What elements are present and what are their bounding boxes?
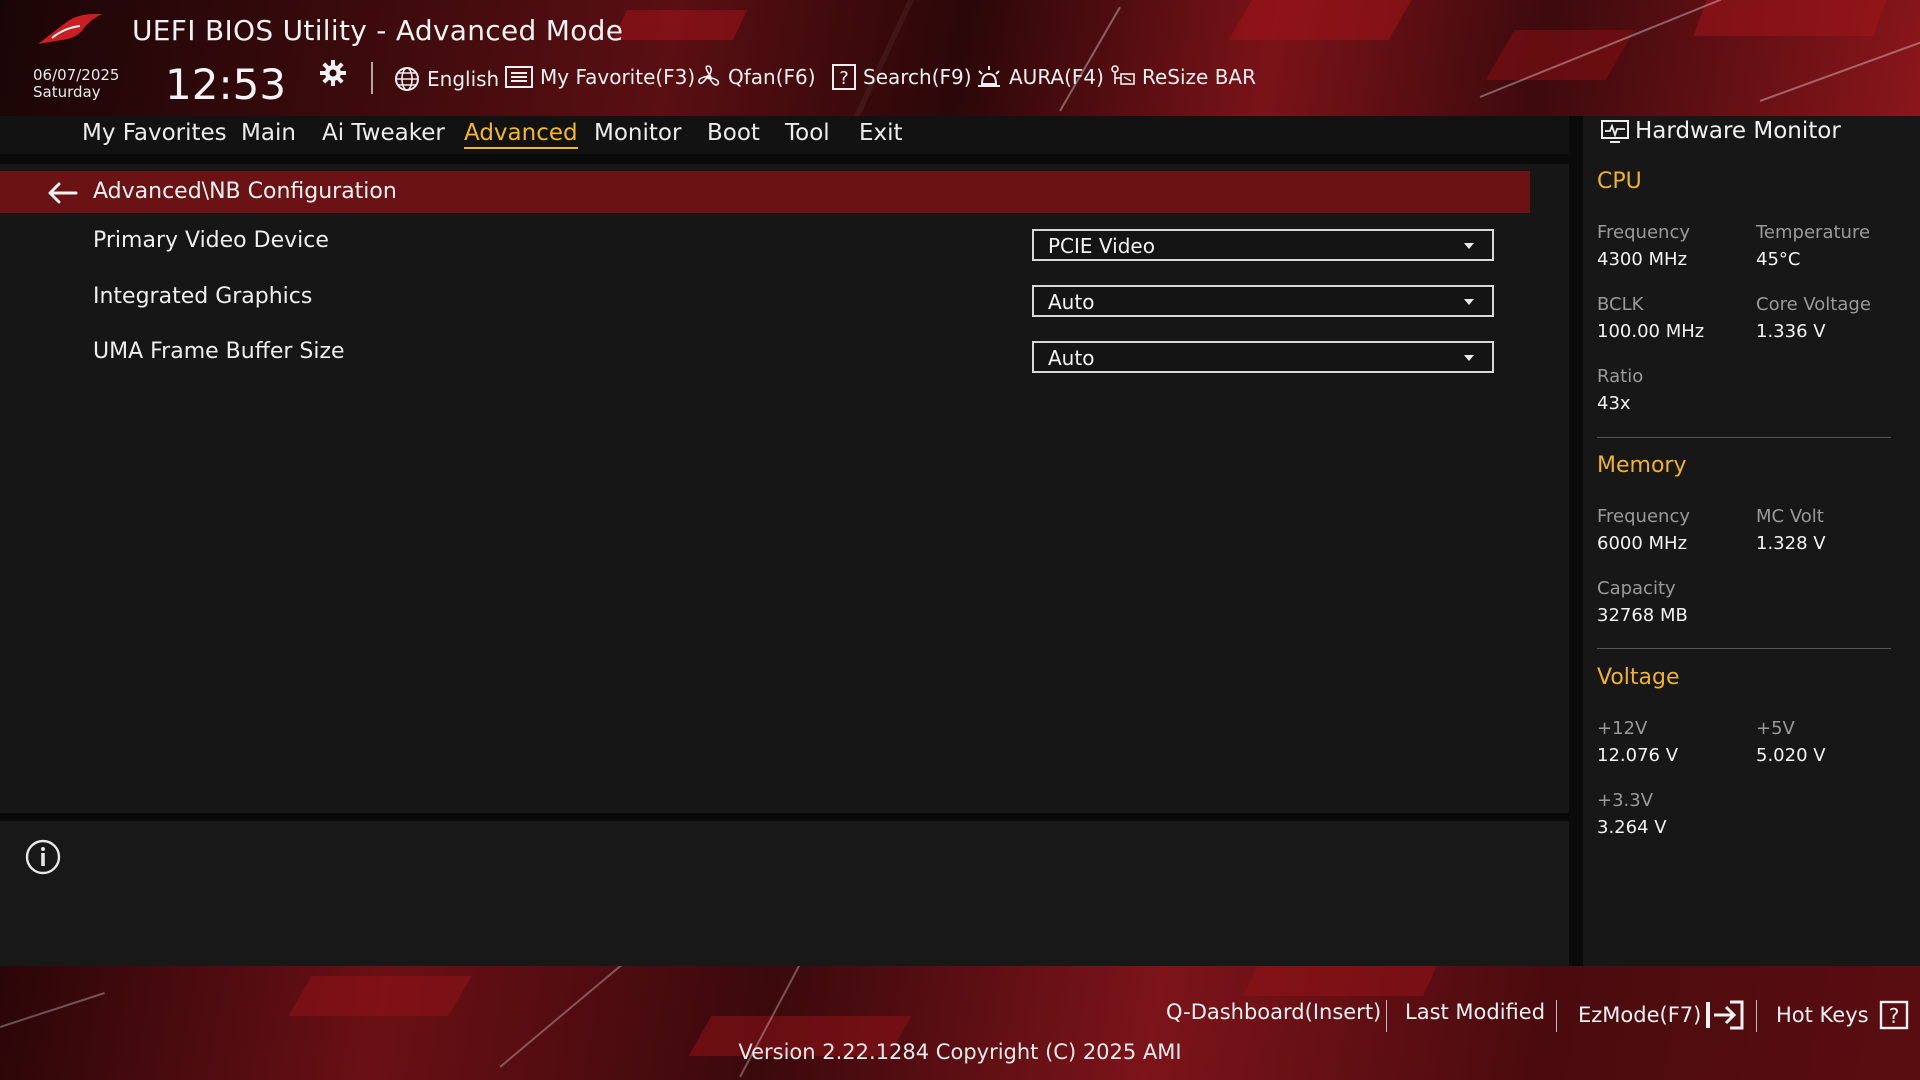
dropdown-caret-icon bbox=[1464, 299, 1474, 305]
12v-value: 12.076 V bbox=[1597, 745, 1679, 766]
5v-value: 5.020 V bbox=[1756, 745, 1826, 766]
version-text: Version 2.22.1284 Copyright (C) 2025 AMI bbox=[738, 1040, 1182, 1064]
last-modified-button[interactable]: Last Modified bbox=[1405, 1000, 1545, 1024]
qfan-button[interactable]: Qfan(F6) bbox=[696, 62, 816, 92]
mc-volt-value: 1.328 V bbox=[1756, 533, 1826, 554]
ratio-value: 43x bbox=[1597, 393, 1631, 414]
primary-video-device-dropdown[interactable]: PCIE Video bbox=[1032, 229, 1494, 261]
dropdown-caret-icon bbox=[1464, 243, 1474, 249]
bclk-label: BCLK bbox=[1597, 294, 1644, 315]
day-text: Saturday bbox=[33, 83, 101, 101]
memory-frequency-label: Frequency bbox=[1597, 506, 1690, 527]
voltage-heading: Voltage bbox=[1597, 665, 1680, 690]
uma-frame-buffer-size-dropdown[interactable]: Auto bbox=[1032, 341, 1494, 373]
tab-exit[interactable]: Exit bbox=[859, 120, 903, 146]
tab-my-favorites[interactable]: My Favorites bbox=[82, 120, 227, 146]
app-title: UEFI BIOS Utility - Advanced Mode bbox=[132, 14, 624, 47]
ezmode-label: EzMode(F7) bbox=[1578, 1003, 1702, 1027]
favorite-list-icon bbox=[505, 66, 533, 88]
cpu-frequency-label: Frequency bbox=[1597, 222, 1690, 243]
gear-icon[interactable] bbox=[318, 58, 348, 88]
language-label: English bbox=[427, 67, 500, 91]
clock[interactable]: 12:53 bbox=[165, 60, 286, 109]
tab-monitor[interactable]: Monitor bbox=[594, 120, 681, 146]
rog-logo-icon bbox=[38, 14, 102, 44]
hardware-monitor-title: Hardware Monitor bbox=[1635, 118, 1841, 144]
back-arrow-icon[interactable] bbox=[46, 181, 78, 205]
resize-bar-label: ReSize BAR bbox=[1142, 65, 1257, 89]
globe-icon bbox=[395, 67, 419, 91]
footer-separator bbox=[1386, 1000, 1387, 1032]
cpu-temperature-value: 45°C bbox=[1756, 249, 1801, 270]
tab-tool[interactable]: Tool bbox=[785, 120, 830, 146]
memory-heading: Memory bbox=[1597, 453, 1687, 478]
fan-icon bbox=[698, 65, 720, 86]
cpu-temperature-label: Temperature bbox=[1756, 222, 1871, 243]
qfan-label: Qfan(F6) bbox=[728, 65, 816, 89]
cpu-frequency-value: 4300 MHz bbox=[1597, 249, 1688, 270]
my-favorite-button[interactable]: My Favorite(F3) bbox=[504, 62, 695, 92]
monitor-icon bbox=[1601, 120, 1629, 143]
breadcrumb-path: Advanced\NB Configuration bbox=[93, 179, 397, 204]
help-description-area bbox=[0, 821, 1569, 966]
search-help-icon: ? bbox=[832, 64, 856, 90]
aura-light-icon bbox=[978, 66, 1000, 87]
hot-keys-label: Hot Keys bbox=[1776, 1003, 1869, 1027]
ezmode-button[interactable]: EzMode(F7) bbox=[1578, 1000, 1744, 1030]
help-question-icon: ? bbox=[1879, 1000, 1908, 1030]
dropdown-value: Auto bbox=[1048, 346, 1095, 370]
tab-advanced[interactable]: Advanced bbox=[464, 120, 578, 149]
language-button[interactable]: English bbox=[393, 64, 499, 94]
setting-label-uma-frame-buffer-size[interactable]: UMA Frame Buffer Size bbox=[93, 339, 345, 364]
date-text: 06/07/2025 bbox=[33, 66, 120, 84]
core-voltage-label: Core Voltage bbox=[1756, 294, 1871, 315]
ezmode-exit-icon bbox=[1706, 1000, 1744, 1030]
aura-button[interactable]: AURA(F4) bbox=[975, 62, 1104, 92]
tab-boot[interactable]: Boot bbox=[707, 120, 760, 146]
mc-volt-label: MC Volt bbox=[1756, 506, 1824, 527]
hw-divider bbox=[1597, 437, 1891, 438]
capacity-label: Capacity bbox=[1597, 578, 1676, 599]
info-icon bbox=[25, 839, 61, 875]
tab-ai-tweaker[interactable]: Ai Tweaker bbox=[322, 120, 445, 146]
header-separator bbox=[371, 62, 373, 94]
search-label: Search(F9) bbox=[863, 65, 972, 89]
q-dashboard-button[interactable]: Q-Dashboard(Insert) bbox=[1166, 1000, 1381, 1024]
svg-text:?: ? bbox=[839, 68, 849, 89]
dropdown-value: PCIE Video bbox=[1048, 234, 1155, 258]
dropdown-value: Auto bbox=[1048, 290, 1095, 314]
footer-separator bbox=[1756, 1000, 1757, 1032]
panel-gap bbox=[1569, 116, 1583, 966]
bclk-value: 100.00 MHz bbox=[1597, 321, 1705, 342]
integrated-graphics-dropdown[interactable]: Auto bbox=[1032, 285, 1494, 317]
hw-divider bbox=[1597, 648, 1891, 649]
resize-bar-button[interactable]: ReSize BAR bbox=[1110, 62, 1256, 92]
dropdown-caret-icon bbox=[1464, 355, 1474, 361]
search-button[interactable]: ? Search(F9) bbox=[831, 62, 972, 92]
nav-divider bbox=[0, 154, 1569, 164]
12v-label: +12V bbox=[1597, 718, 1648, 739]
tab-main[interactable]: Main bbox=[241, 120, 296, 146]
setting-label-primary-video-device[interactable]: Primary Video Device bbox=[93, 228, 329, 253]
capacity-value: 32768 MB bbox=[1597, 605, 1688, 626]
my-favorite-label: My Favorite(F3) bbox=[540, 65, 696, 89]
core-voltage-value: 1.336 V bbox=[1756, 321, 1826, 342]
date-display: 06/07/2025 Saturday bbox=[33, 67, 119, 101]
main-nav: My Favorites Main Ai Tweaker Advanced Mo… bbox=[0, 116, 1569, 154]
help-divider bbox=[0, 813, 1569, 821]
hot-keys-button[interactable]: Hot Keys ? bbox=[1776, 1000, 1909, 1030]
ratio-label: Ratio bbox=[1597, 366, 1644, 387]
footer-separator bbox=[1556, 1000, 1557, 1032]
3v3-value: 3.264 V bbox=[1597, 817, 1667, 838]
memory-frequency-value: 6000 MHz bbox=[1597, 533, 1688, 554]
resize-bar-icon bbox=[1111, 65, 1135, 85]
cpu-heading: CPU bbox=[1597, 169, 1642, 194]
aura-label: AURA(F4) bbox=[1009, 65, 1104, 89]
main-panel: My Favorites Main Ai Tweaker Advanced Mo… bbox=[0, 116, 1569, 966]
svg-text:?: ? bbox=[1888, 1004, 1899, 1028]
setting-label-integrated-graphics[interactable]: Integrated Graphics bbox=[93, 284, 312, 309]
5v-label: +5V bbox=[1756, 718, 1795, 739]
3v3-label: +3.3V bbox=[1597, 790, 1654, 811]
